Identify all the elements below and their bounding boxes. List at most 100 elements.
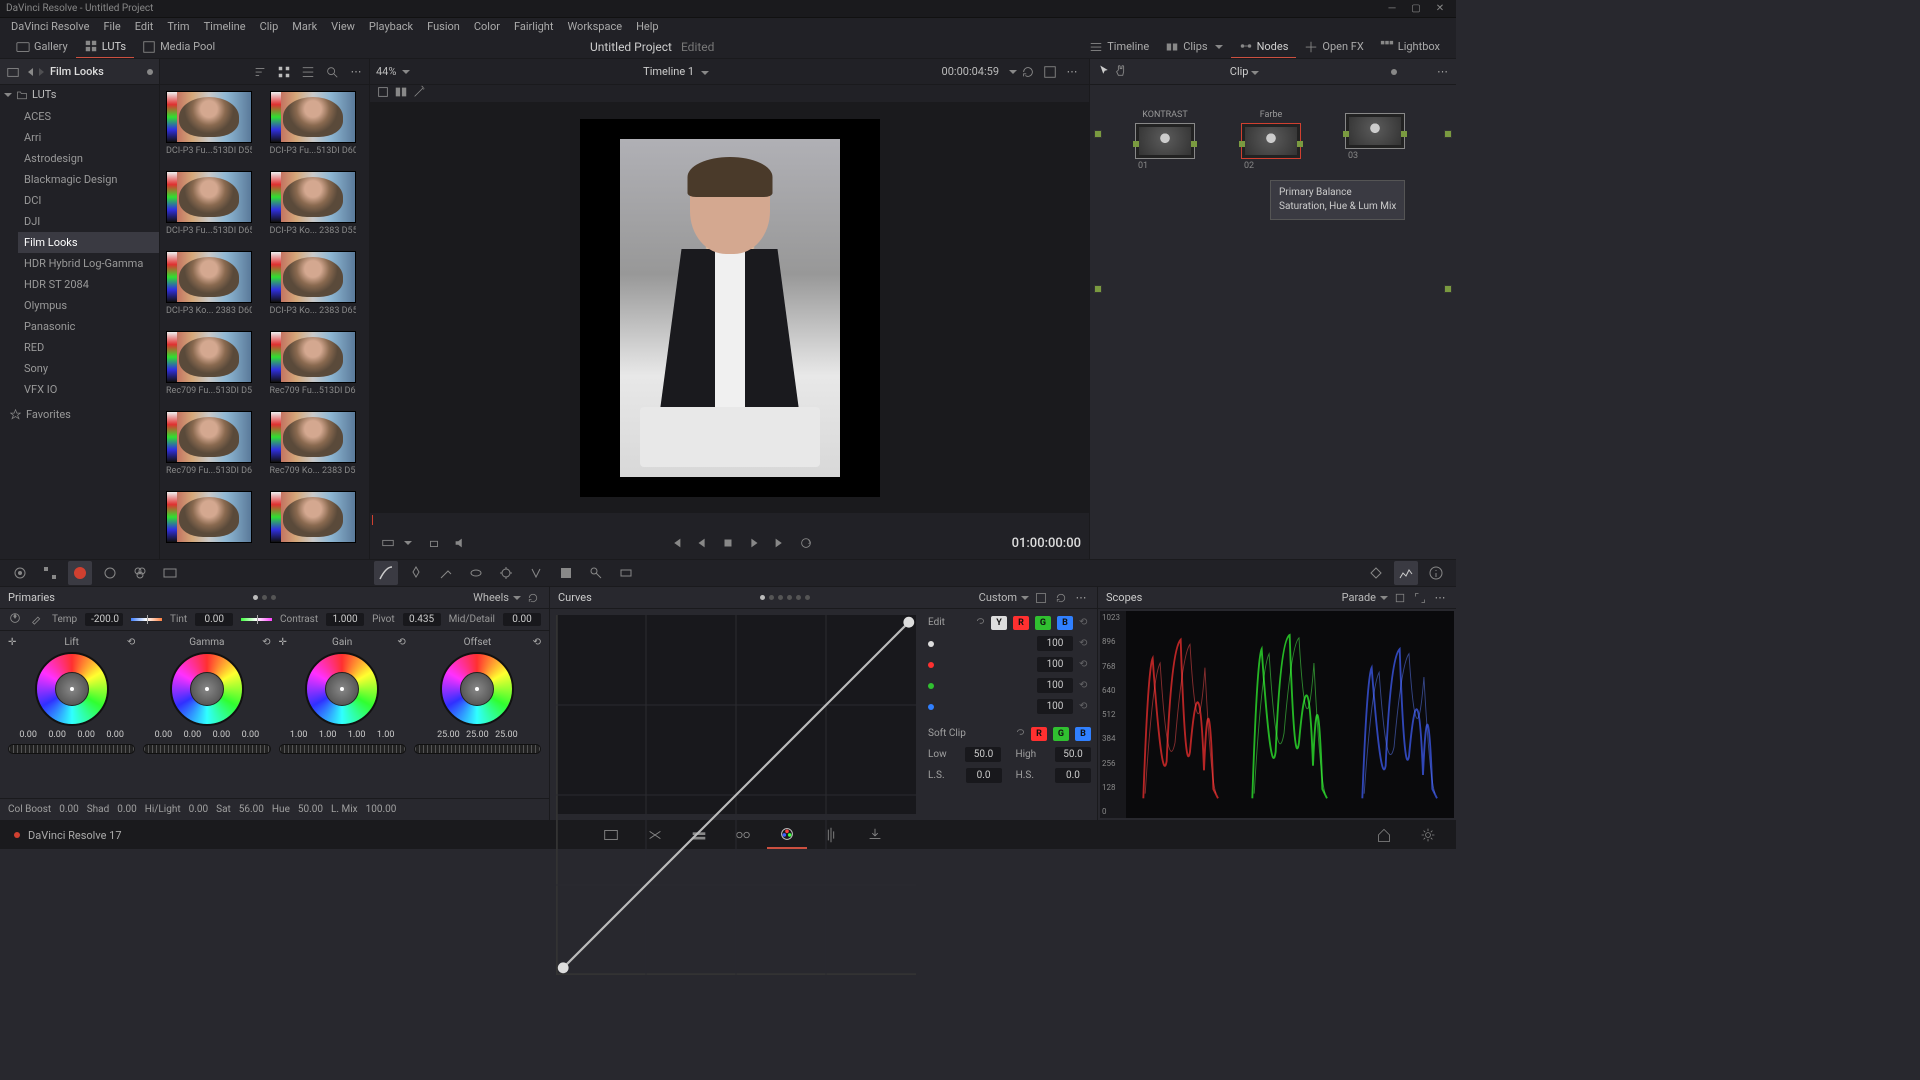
tab-nodes[interactable]: Nodes (1231, 35, 1297, 58)
app-name-menu[interactable]: DaVinci Resolve (4, 20, 96, 33)
tab-lightbox[interactable]: Lightbox (1372, 35, 1448, 58)
node-mode[interactable]: Clip (1230, 65, 1259, 78)
tool-rgb-mixer[interactable] (128, 561, 152, 585)
node-output-2[interactable] (1444, 285, 1452, 293)
nav-back-icon[interactable] (28, 68, 33, 76)
menu-trim[interactable]: Trim (160, 20, 196, 33)
tool-info[interactable] (1424, 561, 1448, 585)
curves-edit-reset[interactable]: ⟲ (1079, 617, 1091, 629)
scopes-mode-dropdown[interactable] (1380, 596, 1388, 600)
middetail-value[interactable]: 0.00 (503, 613, 541, 626)
offset-jog[interactable] (414, 744, 541, 754)
menu-fusion[interactable]: Fusion (420, 20, 467, 33)
viewer-refresh-button[interactable] (1019, 63, 1037, 81)
skip-end-button[interactable] (770, 533, 790, 553)
window-minimize-button[interactable]: ─ (1382, 2, 1402, 16)
node-canvas[interactable]: KONTRAST 01 Farbe 02 03 Primary Balance … (1090, 85, 1456, 559)
viewer-audio-button[interactable] (450, 533, 470, 553)
lut-item[interactable]: Rec709 Fu...513DI D60 (270, 331, 364, 403)
node-arrow-tool[interactable] (1098, 64, 1110, 79)
window-close-button[interactable]: ✕ (1430, 2, 1450, 16)
tool-scopes[interactable] (1394, 561, 1418, 585)
tab-luts[interactable]: LUTs (76, 35, 134, 58)
channel-r-button[interactable]: R (1013, 616, 1029, 630)
tree-item[interactable]: DCI (18, 190, 159, 211)
gain-jog[interactable] (279, 744, 406, 754)
tool-key[interactable] (584, 561, 608, 585)
menu-fairlight[interactable]: Fairlight (507, 20, 560, 33)
curves-mode[interactable]: Custom (979, 591, 1017, 604)
viewer-timecode-play[interactable]: 01:00:00:00 (1012, 536, 1081, 551)
home-button[interactable] (1364, 821, 1404, 849)
window-maximize-button[interactable]: ▢ (1406, 2, 1426, 16)
curve-value[interactable]: 100 (1037, 657, 1073, 672)
list-view-button[interactable] (299, 63, 317, 81)
curves-expand[interactable] (1033, 590, 1049, 606)
tree-item[interactable]: HDR Hybrid Log-Gamma (18, 253, 159, 274)
curves-more[interactable]: ⋯ (1073, 590, 1089, 606)
grid-view-button[interactable] (275, 63, 293, 81)
lut-item[interactable] (270, 491, 364, 553)
tree-item[interactable]: Blackmagic Design (18, 169, 159, 190)
hilight-value[interactable]: 0.00 (189, 804, 209, 815)
softclip-b-button[interactable]: B (1075, 727, 1091, 741)
menu-edit[interactable]: Edit (128, 20, 161, 33)
curves-mode-dropdown[interactable] (1021, 596, 1029, 600)
lift-jog[interactable] (8, 744, 135, 754)
tree-item[interactable]: ACES (18, 106, 159, 127)
search-button[interactable] (323, 63, 341, 81)
softclip-r-button[interactable]: R (1031, 727, 1047, 741)
lut-item[interactable]: Rec709 Fu...513DI D65 (166, 411, 260, 483)
tool-motion-effects[interactable] (158, 561, 182, 585)
gamma-wheel[interactable] (170, 652, 244, 726)
scopes-expand[interactable] (1412, 590, 1428, 606)
softclip-g-button[interactable]: G (1053, 727, 1069, 741)
tree-item[interactable]: Olympus (18, 295, 159, 316)
lut-item[interactable]: DCI-P3 Ko... 2383 D60 (166, 251, 260, 323)
node-box[interactable]: KONTRAST 01 (1130, 110, 1200, 171)
menu-color[interactable]: Color (467, 20, 507, 33)
gain-wheel[interactable] (305, 652, 379, 726)
shad-value[interactable]: 0.00 (117, 804, 137, 815)
lut-item[interactable]: DCI-P3 Fu...513DI D55 (166, 91, 260, 163)
tab-clips[interactable]: Clips (1157, 35, 1230, 58)
menu-workspace[interactable]: Workspace (560, 20, 629, 33)
tool-keyframes[interactable] (1364, 561, 1388, 585)
menu-view[interactable]: View (324, 20, 362, 33)
viewer-wand-button[interactable] (412, 85, 426, 102)
node-box[interactable]: Farbe 02 (1236, 110, 1306, 171)
nav-forward-icon[interactable] (39, 68, 44, 76)
tool-tracker[interactable] (494, 561, 518, 585)
viewer-split-button[interactable] (394, 85, 408, 102)
tool-color-wheels[interactable] (68, 561, 92, 585)
tree-item[interactable]: Arri (18, 127, 159, 148)
reset-icon[interactable]: ⟲ (1079, 680, 1091, 692)
pivot-value[interactable]: 0.435 (403, 613, 441, 626)
curve-value[interactable]: 100 (1037, 678, 1073, 693)
tab-gallery[interactable]: Gallery (8, 35, 76, 58)
tree-root[interactable]: LUTs (0, 85, 159, 104)
primaries-mode[interactable]: Wheels (473, 591, 509, 604)
tree-item[interactable]: VFX IO (18, 379, 159, 400)
node-input[interactable] (1094, 130, 1102, 138)
tab-media-pool[interactable]: Media Pool (134, 35, 223, 58)
sort-button[interactable] (251, 63, 269, 81)
high-value[interactable]: 50.0 (1055, 747, 1091, 762)
stop-button[interactable] (718, 533, 738, 553)
tc-dropdown-icon[interactable] (1009, 70, 1017, 74)
loop-playback-button[interactable] (796, 533, 816, 553)
node-box[interactable]: 03 (1340, 110, 1410, 161)
tree-favorites[interactable]: Favorites (0, 404, 159, 425)
contrast-value[interactable]: 1.000 (326, 613, 364, 626)
viewer-mode-button[interactable] (378, 533, 398, 553)
play-button[interactable] (744, 533, 764, 553)
tool-hdr-wheels[interactable] (98, 561, 122, 585)
node-input-2[interactable] (1094, 285, 1102, 293)
scopes-mode[interactable]: Parade (1342, 591, 1376, 604)
tint-value[interactable]: 0.00 (195, 613, 233, 626)
curve-value[interactable]: 100 (1037, 699, 1073, 714)
tree-item[interactable]: Film Looks (18, 232, 159, 253)
low-value[interactable]: 50.0 (965, 747, 1001, 762)
tab-timeline[interactable]: Timeline (1081, 35, 1157, 58)
tool-qualifier[interactable] (434, 561, 458, 585)
